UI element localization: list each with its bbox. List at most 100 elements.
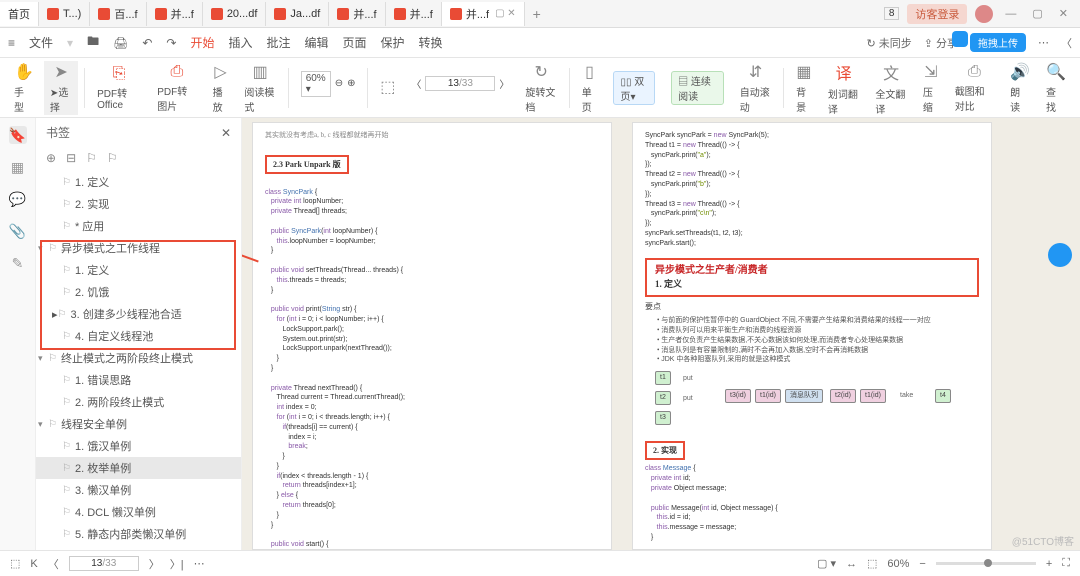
play-button[interactable]: ▷播放 — [207, 61, 235, 115]
upload-pill[interactable]: 拖拽上传 — [970, 33, 1026, 52]
bookmark-tab-icon[interactable]: 🔖 — [9, 126, 27, 144]
sync-status[interactable]: ↻ 未同步 — [866, 35, 911, 51]
tree-node[interactable]: ⚐1. 错误思路 — [36, 369, 241, 391]
tab-home[interactable]: 首页 — [0, 2, 39, 26]
close-icon[interactable]: ▢ ✕ — [495, 8, 516, 19]
close-window-icon[interactable]: ✕ — [1055, 7, 1072, 20]
prev-page-icon[interactable]: 〈 — [48, 556, 59, 572]
speak-tool[interactable]: 🔊朗读 — [1004, 61, 1036, 115]
comment-tab-icon[interactable]: 💬 — [9, 190, 27, 208]
signature-tab-icon[interactable]: ✎ — [9, 254, 27, 272]
menu-annotate[interactable]: 批注 — [266, 34, 290, 51]
menu-start[interactable]: 开始 — [190, 34, 214, 51]
open-icon[interactable]: 🖿 — [87, 32, 99, 53]
tab-1[interactable]: T...) — [39, 2, 90, 26]
tree-parent[interactable]: ⚐线程安全单例 — [36, 413, 241, 435]
hand-tool[interactable]: ✋手型 — [8, 61, 40, 115]
background-tool[interactable]: ▦背景 — [790, 61, 818, 115]
new-tab-button[interactable]: + — [525, 2, 549, 26]
tree-node[interactable]: ⚐* 应用 — [36, 215, 241, 237]
tree-node[interactable]: ⚐2. 饥饿 — [36, 281, 241, 303]
collapse-icon[interactable]: 〈 — [1061, 35, 1072, 51]
page-indicator[interactable]: 13/33 — [425, 76, 495, 91]
thumbnail-tab-icon[interactable]: ▦ — [9, 158, 27, 176]
tab-8-active[interactable]: 并...f▢ ✕ — [442, 2, 525, 26]
tree-node[interactable]: ⚐1. 饿汉单例 — [36, 435, 241, 457]
tab-7[interactable]: 并...f — [386, 2, 442, 26]
compress-tool[interactable]: ⇲压缩 — [917, 61, 945, 115]
fullscreen-icon[interactable]: ⛶ — [1062, 557, 1070, 570]
minimize-icon[interactable]: — — [1001, 8, 1020, 20]
zoom-in-icon[interactable]: ⊕ — [347, 78, 355, 89]
sidebar-close-icon[interactable]: ✕ — [221, 126, 231, 140]
fit-page-icon[interactable]: ⬚ — [374, 61, 401, 115]
last-page-icon[interactable]: 〉| — [170, 556, 184, 572]
double-page[interactable]: ▯▯ 双页▾ — [607, 61, 661, 115]
prev-page-icon[interactable]: 〈 — [411, 76, 421, 91]
tree-node[interactable]: ⚐5. 静态内部类懒汉单例 — [36, 523, 241, 545]
find-tool[interactable]: 🔍查找 — [1040, 61, 1072, 115]
read-mode[interactable]: ▥阅读模式 — [238, 61, 282, 115]
tree-node[interactable]: ⚐1. 定义 — [36, 259, 241, 281]
bookmark-del-icon[interactable]: ⚐ — [107, 151, 118, 165]
view-mode-icon[interactable]: ▢ ▾ — [817, 557, 836, 570]
auto-scroll[interactable]: ⇵自动滚动 — [734, 61, 778, 115]
attachment-tab-icon[interactable]: 📎 — [9, 222, 27, 240]
next-page-icon[interactable]: 〉 — [149, 556, 160, 572]
menu-convert[interactable]: 转换 — [419, 34, 443, 51]
sb-tool-icon[interactable]: ⬚ — [10, 557, 20, 570]
menu-insert[interactable]: 插入 — [228, 34, 252, 51]
translate-full[interactable]: 文全文翻译 — [869, 61, 913, 115]
first-page-icon[interactable]: K — [30, 558, 37, 570]
tree-node[interactable]: ⚐1. 定义 — [36, 171, 241, 193]
expand-all-icon[interactable]: ⊟ — [66, 151, 76, 165]
tab-5[interactable]: Ja...df — [266, 2, 329, 26]
print-icon[interactable]: 🖨 — [113, 36, 128, 50]
redo-icon[interactable]: ↷ — [166, 36, 176, 50]
tree-node[interactable]: ▸ ⚐3. 创建多少线程池合适 — [36, 303, 241, 325]
undo-icon[interactable]: ↶ — [142, 36, 152, 50]
rotate-tool[interactable]: ↻旋转文档 — [519, 61, 563, 115]
screenshot-compare[interactable]: ⎙截图和对比 — [949, 61, 1000, 115]
menu-file[interactable]: 文件 — [29, 34, 53, 51]
tab-6[interactable]: 并...f — [329, 2, 385, 26]
tab-3[interactable]: 并...f — [147, 2, 203, 26]
pdf-to-office[interactable]: ⎘PDF转Office — [91, 61, 147, 115]
tree-node-selected[interactable]: ⚐2. 枚举单例 — [36, 457, 241, 479]
menu-edit[interactable]: 编辑 — [304, 34, 328, 51]
fit-width-icon[interactable]: ↔ — [846, 558, 857, 570]
sb-more-icon[interactable]: ⋯ — [194, 557, 205, 570]
tree-parent[interactable]: ⚐异步模式之工作线程 — [36, 237, 241, 259]
pdf-to-image[interactable]: ⎙PDF转图片 — [151, 61, 202, 115]
translate-selection[interactable]: 译划词翻译 — [822, 61, 866, 115]
menu-icon[interactable]: ≡ — [8, 36, 15, 50]
tab-4[interactable]: 20...df — [203, 2, 267, 26]
sb-page-indicator[interactable]: 13/33 — [69, 556, 139, 571]
tree-node[interactable]: ⚐2. 实现 — [36, 193, 241, 215]
maximize-icon[interactable]: ▢ — [1028, 7, 1046, 20]
bookmark-nav-icon[interactable]: ⚐ — [86, 151, 97, 165]
tree-node[interactable]: ⚐4. DCL 懒汉单例 — [36, 501, 241, 523]
next-page-icon[interactable]: 〉 — [499, 76, 509, 91]
sb-zoom-out-icon[interactable]: − — [919, 558, 925, 570]
single-page[interactable]: ▯单页 — [576, 61, 604, 115]
zoom-slider[interactable] — [936, 562, 1036, 565]
zoom-select[interactable]: 60% ▾ — [301, 71, 331, 97]
add-bookmark-icon[interactable]: ⊕ — [46, 151, 56, 165]
menu-protect[interactable]: 保护 — [381, 34, 405, 51]
continuous-read[interactable]: ▤ 连续阅读 — [665, 61, 730, 115]
login-button[interactable]: 访客登录 — [907, 4, 967, 24]
tab-2[interactable]: 百...f — [90, 2, 146, 26]
select-tool[interactable]: ➤➤选择 — [44, 61, 78, 115]
more-icon[interactable]: ⋯ — [1038, 36, 1049, 49]
tree-node[interactable]: ⚐4. 自定义线程池 — [36, 325, 241, 347]
document-viewport[interactable]: 其实就没有考虑a, b, c 线程都就绪再开始 2.3 Park Unpark … — [242, 118, 1080, 550]
avatar[interactable] — [975, 5, 993, 23]
sb-zoom-in-icon[interactable]: + — [1046, 558, 1052, 570]
menu-page[interactable]: 页面 — [343, 34, 367, 51]
floating-action-icon[interactable] — [1048, 243, 1072, 267]
fit-page-icon[interactable]: ⬚ — [867, 557, 877, 570]
tree-node[interactable]: ⚐3. 懒汉单例 — [36, 479, 241, 501]
tree-parent[interactable]: ⚐终止模式之两阶段终止模式 — [36, 347, 241, 369]
tree-node[interactable]: ⚐2. 两阶段终止模式 — [36, 391, 241, 413]
